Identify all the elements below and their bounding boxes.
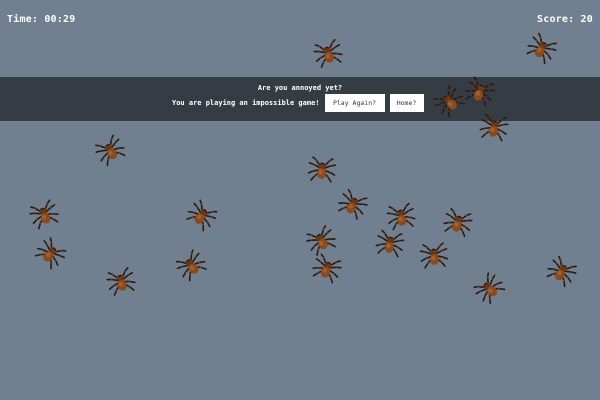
tarantula-icon[interactable] [542,251,583,292]
timer-display: Time: 00:29 [7,14,76,25]
tarantula-icon[interactable] [306,153,339,186]
tarantula-icon[interactable] [90,130,131,171]
tarantula-icon[interactable] [418,239,451,272]
tarantula-icon[interactable] [373,226,408,261]
tarantula-icon[interactable] [170,244,212,286]
tarantula-icon[interactable] [440,204,477,241]
play-again-button[interactable]: Play Again? [324,94,385,112]
impossible-game-message: You are playing an impossible game! [172,99,320,107]
game-over-actions: You are playing an impossible game! Play… [172,94,424,112]
annoyed-question: Are you annoyed yet? [257,84,343,92]
tarantula-icon[interactable] [181,194,223,236]
tarantula-icon[interactable] [522,28,563,69]
tarantula-icon[interactable] [25,195,63,233]
tarantula-icon[interactable] [30,232,72,274]
tarantula-icon[interactable] [468,267,510,309]
tarantula-icon[interactable] [103,263,140,300]
tarantula-icon[interactable] [477,110,512,145]
home-button[interactable]: Home? [389,94,424,112]
tarantula-icon[interactable] [310,35,347,72]
score-display: Score: 20 [537,14,593,25]
tarantula-icon[interactable] [333,184,373,224]
